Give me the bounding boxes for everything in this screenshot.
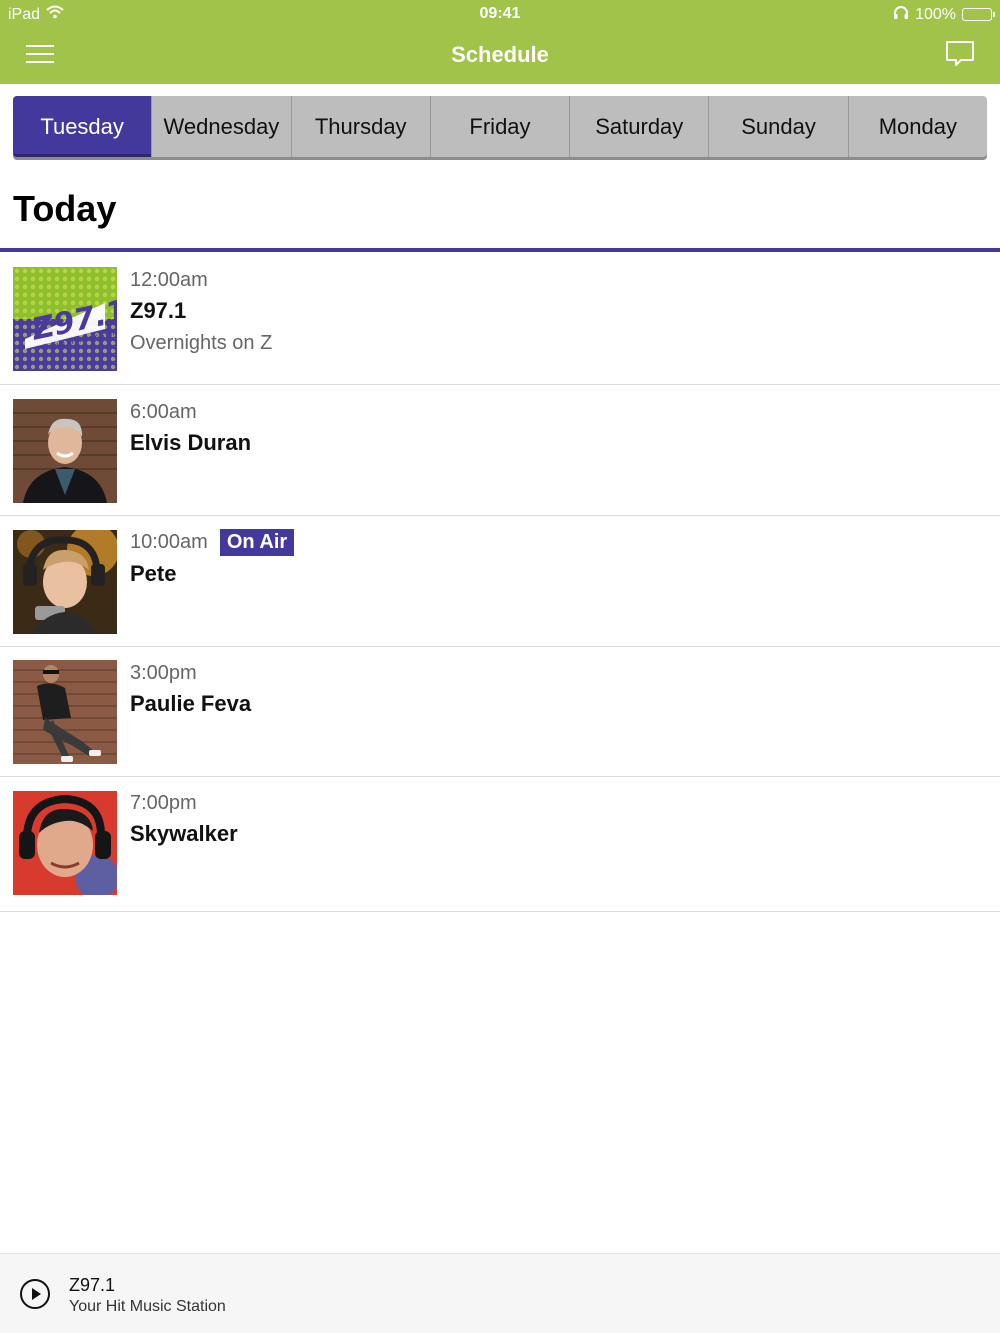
- tab-sunday[interactable]: Sunday: [709, 96, 849, 157]
- schedule-row[interactable]: 7:00pm Skywalker: [0, 777, 1000, 912]
- play-icon[interactable]: [19, 1278, 51, 1310]
- status-bar: iPad 09:41 100%: [0, 0, 1000, 28]
- tab-wednesday[interactable]: Wednesday: [152, 96, 292, 157]
- schedule-row[interactable]: 10:00am On Air Pete: [0, 516, 1000, 647]
- page-title: Schedule: [451, 42, 549, 67]
- nav-bar: Schedule: [0, 28, 1000, 84]
- schedule-row[interactable]: Z97.1 YOUR HIT MUSIC STATION 12:00am Z97…: [0, 253, 1000, 385]
- show-time: 10:00am: [130, 531, 208, 553]
- show-time: 6:00am: [130, 401, 197, 423]
- show-time: 7:00pm: [130, 792, 197, 814]
- headphones-icon: [893, 5, 909, 24]
- show-time: 3:00pm: [130, 662, 197, 684]
- player-station-tagline: Your Hit Music Station: [69, 1298, 226, 1315]
- player-station-name: Z97.1: [69, 1275, 116, 1295]
- host-photo: [13, 660, 117, 764]
- schedule-list: Z97.1 YOUR HIT MUSIC STATION 12:00am Z97…: [0, 253, 1000, 912]
- section-title: Today: [13, 188, 117, 229]
- on-air-badge: On Air: [219, 529, 295, 556]
- show-time: 12:00am: [130, 269, 208, 291]
- host-photo: [13, 530, 117, 634]
- status-time: 09:41: [479, 5, 521, 22]
- schedule-row[interactable]: 6:00am Elvis Duran: [0, 385, 1000, 516]
- chat-bubble-icon[interactable]: [944, 38, 976, 70]
- show-name: Skywalker: [130, 821, 238, 846]
- tab-saturday[interactable]: Saturday: [570, 96, 710, 157]
- battery-icon: [962, 8, 995, 21]
- show-name: Pete: [130, 561, 177, 586]
- show-subtitle: Overnights on Z: [130, 332, 273, 354]
- day-tabs: Tuesday Wednesday Thursday Friday Saturd…: [13, 96, 987, 157]
- show-name: Paulie Feva: [130, 691, 252, 716]
- tab-friday[interactable]: Friday: [431, 96, 571, 157]
- host-photo: [13, 791, 117, 895]
- tab-monday[interactable]: Monday: [849, 96, 987, 157]
- app-header: iPad 09:41 100% Schedule: [0, 0, 1000, 84]
- tab-tuesday[interactable]: Tuesday: [13, 96, 153, 157]
- mini-player[interactable]: Z97.1 Your Hit Music Station: [0, 1253, 1000, 1333]
- section-divider: [0, 248, 1000, 252]
- show-name: Z97.1: [130, 298, 187, 323]
- tab-thursday[interactable]: Thursday: [292, 96, 431, 157]
- battery-percent: 100%: [915, 5, 956, 23]
- station-logo: Z97.1 YOUR HIT MUSIC STATION: [13, 267, 117, 371]
- host-photo: [13, 399, 117, 503]
- schedule-row[interactable]: 3:00pm Paulie Feva: [0, 647, 1000, 777]
- show-name: Elvis Duran: [130, 430, 252, 455]
